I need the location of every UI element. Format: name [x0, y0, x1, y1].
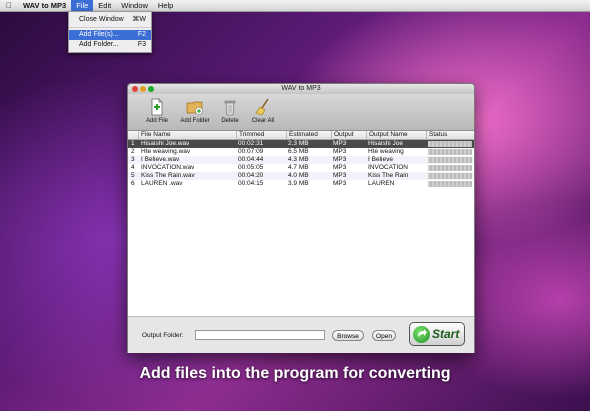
cell-file-name: Kiss The Rain.wav — [141, 172, 195, 179]
menu-item-shortcut: F3 — [137, 41, 146, 48]
menu-app-name[interactable]: WAV to MP3 — [18, 0, 71, 11]
menu-item-shortcut: ⌘W — [132, 16, 146, 23]
column-header-trimmed-length[interactable]: Trimmed Length — [236, 131, 286, 146]
cell-trimmed-length: 00:05:05 — [238, 164, 264, 171]
cell-output-type: MP3 — [333, 172, 347, 179]
cell-file-name: Hisaishi Joe.wav — [141, 140, 190, 147]
add-folder-icon — [186, 98, 204, 116]
table-row[interactable]: 5 Kiss The Rain.wav 00:04:20 4.0 MB MP3 … — [128, 172, 474, 180]
cell-output-type: MP3 — [333, 164, 347, 171]
broom-icon — [254, 98, 272, 116]
menu-edit[interactable]: Edit — [93, 0, 116, 11]
clear-all-button[interactable]: Clear All — [243, 98, 283, 128]
start-label: Start — [432, 327, 460, 341]
status-progress-bar — [428, 157, 472, 163]
column-header-status[interactable]: Status — [426, 131, 474, 139]
cell-trimmed-length: 00:07:09 — [238, 148, 264, 155]
menu-item-close-window[interactable]: Close Window ⌘W — [69, 15, 151, 25]
table-row[interactable]: 3 I Believe.wav 00:04:44 4.3 MB MP3 I Be… — [128, 156, 474, 164]
menu-help[interactable]: Help — [153, 0, 178, 11]
table-header: File Name Trimmed Length Estimated Size … — [128, 131, 474, 146]
status-progress-bar — [428, 181, 472, 187]
output-panel: Output Folder: Browse Open Start — [128, 316, 474, 353]
table-row[interactable]: 6 LAUREN .wav 00:04:15 3.9 MB MP3 LAUREN — [128, 180, 474, 188]
cell-trimmed-length: 00:04:15 — [238, 180, 264, 187]
cell-output-type: MP3 — [333, 156, 347, 163]
table-row[interactable]: 4 INVOCATION.wav 00:05:05 4.7 MB MP3 INV… — [128, 164, 474, 172]
status-progress-bar — [428, 165, 472, 171]
file-menu-dropdown: Close Window ⌘W Add File(s)... F2 Add Fo… — [68, 11, 152, 53]
cell-file-name: LAUREN .wav — [141, 180, 183, 187]
status-progress-bar — [428, 149, 472, 155]
cell-estimated-size: 2.3 MB — [288, 140, 309, 147]
output-folder-label: Output Folder: — [142, 332, 184, 339]
cell-trimmed-length: 00:02:31 — [238, 140, 264, 147]
row-number: 2 — [131, 148, 135, 155]
cell-output-name: I Believe — [368, 156, 393, 163]
add-file-icon — [148, 98, 166, 116]
menu-item-shortcut: F2 — [137, 31, 146, 38]
menu-file[interactable]: File — [71, 0, 94, 11]
toolbar: Add File Add Folder Delete Clear All — [128, 94, 474, 131]
column-header-output-name[interactable]: Output Name — [366, 131, 426, 139]
cell-estimated-size: 6.5 MB — [288, 148, 309, 155]
row-number: 4 — [131, 164, 135, 171]
add-folder-button[interactable]: Add Folder — [175, 98, 215, 128]
row-number: 5 — [131, 172, 135, 179]
cell-estimated-size: 4.0 MB — [288, 172, 309, 179]
cell-trimmed-length: 00:04:20 — [238, 172, 264, 179]
table-row[interactable]: 2 Hte weaving.wav 00:07:09 6.5 MB MP3 Ht… — [128, 148, 474, 156]
cell-output-name: Kiss The Rain — [368, 172, 409, 179]
cell-file-name: I Believe.wav — [141, 156, 180, 163]
add-folder-label: Add Folder — [180, 118, 210, 124]
menu-item-label: Add Folder... — [79, 41, 119, 48]
table-row[interactable]: 1 Hisaishi Joe.wav 00:02:31 2.3 MB MP3 H… — [128, 140, 474, 148]
cell-file-name: Hte weaving.wav — [141, 148, 191, 155]
cell-estimated-size: 4.7 MB — [288, 164, 309, 171]
cell-output-name: Hte weaving — [368, 148, 404, 155]
browse-button[interactable]: Browse — [332, 330, 364, 341]
status-progress-bar — [428, 173, 472, 179]
caption-text: Add files into the program for convertin… — [139, 365, 451, 382]
column-header-estimated-size[interactable]: Estimated Size — [286, 131, 331, 146]
menu-item-label: Add File(s)... — [79, 31, 119, 38]
row-number: 6 — [131, 180, 135, 187]
status-progress-bar — [428, 141, 472, 147]
cell-estimated-size: 4.3 MB — [288, 156, 309, 163]
close-window-icon[interactable] — [132, 86, 138, 92]
apple-icon[interactable]:  — [0, 1, 18, 10]
clear-all-label: Clear All — [251, 118, 275, 124]
cell-output-type: MP3 — [333, 180, 347, 187]
app-window: WAV to MP3 Add File Add Folder Delete Cl… — [127, 83, 475, 353]
cell-output-type: MP3 — [333, 140, 347, 147]
column-header-file-name[interactable]: File Name — [138, 131, 238, 139]
start-button[interactable]: Start — [409, 322, 465, 346]
row-number: 1 — [131, 140, 135, 147]
add-file-label: Add File — [145, 118, 168, 124]
cell-output-name: LAUREN — [368, 180, 395, 187]
cell-output-name: INVOCATION — [368, 164, 408, 171]
menu-item-label: Close Window — [79, 16, 124, 23]
open-button[interactable]: Open — [372, 330, 396, 341]
start-arrow-icon — [413, 326, 430, 343]
cell-file-name: INVOCATION.wav — [141, 164, 195, 171]
menu-window[interactable]: Window — [116, 0, 153, 11]
file-table[interactable]: File Name Trimmed Length Estimated Size … — [128, 131, 474, 316]
window-title: WAV to MP3 — [281, 85, 321, 92]
minimize-window-icon[interactable] — [140, 86, 146, 92]
column-header-output-type[interactable]: Output Type — [331, 131, 366, 146]
menu-separator — [69, 27, 151, 28]
menu-item-add-files[interactable]: Add File(s)... F2 — [69, 30, 151, 40]
cell-output-name: Hisaishi Joe — [368, 140, 404, 147]
row-number: 3 — [131, 156, 135, 163]
cell-output-type: MP3 — [333, 148, 347, 155]
cell-estimated-size: 3.9 MB — [288, 180, 309, 187]
cell-trimmed-length: 00:04:44 — [238, 156, 264, 163]
menu-item-add-folder[interactable]: Add Folder... F3 — [69, 40, 151, 50]
output-folder-input[interactable] — [195, 330, 325, 340]
add-file-button[interactable]: Add File — [137, 98, 177, 128]
trash-icon — [221, 98, 239, 116]
title-bar[interactable]: WAV to MP3 — [128, 84, 474, 94]
zoom-window-icon[interactable] — [148, 86, 154, 92]
